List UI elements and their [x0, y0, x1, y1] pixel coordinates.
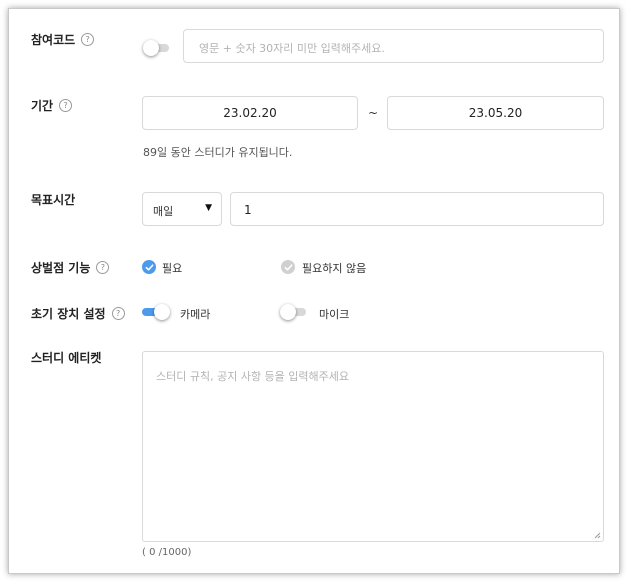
penalty-label-row: 상벌점 기능 ?	[31, 259, 110, 276]
goal-label: 목표시간	[31, 193, 76, 207]
penalty-not-required-check-icon[interactable]	[281, 260, 295, 274]
period-note: 89일 동안 스터디가 유지됩니다.	[143, 146, 293, 159]
etiquette-placeholder: 스터디 규칙, 공지 사항 등을 입력해주세요	[156, 370, 350, 383]
penalty-required-label[interactable]: 필요	[162, 260, 182, 276]
mic-label: 마이크	[319, 308, 350, 321]
code-input-placeholder: 영문 + 숫자 30자리 미만 입력해주세요.	[199, 42, 385, 55]
penalty-not-required-label[interactable]: 필요하지 않음	[302, 260, 366, 276]
period-label-row: 기간 ?	[31, 97, 73, 114]
period-help-icon[interactable]: ?	[59, 99, 73, 112]
etiquette-label-row: 스터디 에티켓	[31, 349, 101, 366]
period-end-value: 23.05.20	[468, 106, 523, 120]
code-help-icon[interactable]: ?	[81, 33, 95, 46]
penalty-required-check-icon[interactable]	[142, 260, 156, 274]
code-toggle[interactable]	[143, 40, 171, 56]
etiquette-textarea[interactable]: 스터디 규칙, 공지 사항 등을 입력해주세요	[142, 351, 604, 542]
goal-frequency-select[interactable]: 매일 ▼	[142, 192, 222, 226]
device-label-row: 초기 장치 설정 ?	[31, 305, 125, 322]
study-settings-form: 참여코드 ? 영문 + 숫자 30자리 미만 입력해주세요. 기간 ? 23.0…	[8, 8, 620, 574]
period-start-input[interactable]: 23.02.20	[142, 96, 358, 130]
period-label: 기간	[31, 99, 54, 113]
penalty-label: 상벌점 기능	[31, 261, 91, 275]
goal-frequency-value: 매일	[153, 205, 174, 218]
period-separator: ~	[368, 106, 379, 120]
device-help-icon[interactable]: ?	[111, 307, 125, 320]
camera-toggle[interactable]	[142, 304, 170, 320]
period-start-value: 23.02.20	[223, 106, 277, 120]
goal-label-row: 목표시간	[31, 191, 75, 208]
code-input[interactable]: 영문 + 숫자 30자리 미만 입력해주세요.	[183, 29, 604, 63]
resize-handle-icon[interactable]	[594, 532, 601, 539]
penalty-help-icon[interactable]: ?	[96, 261, 110, 274]
goal-hours-value: 1	[244, 203, 252, 217]
etiquette-counter: ( 0 /1000)	[142, 547, 192, 558]
goal-hours-input[interactable]: 1	[230, 192, 604, 226]
code-label-row: 참여코드 ?	[31, 31, 95, 48]
code-label: 참여코드	[31, 33, 76, 47]
period-end-input[interactable]: 23.05.20	[387, 96, 604, 130]
chevron-down-icon: ▼	[205, 203, 212, 213]
etiquette-label: 스터디 에티켓	[31, 351, 102, 365]
mic-toggle[interactable]	[280, 304, 308, 320]
device-label: 초기 장치 설정	[31, 307, 106, 321]
camera-label: 카메라	[180, 308, 211, 321]
